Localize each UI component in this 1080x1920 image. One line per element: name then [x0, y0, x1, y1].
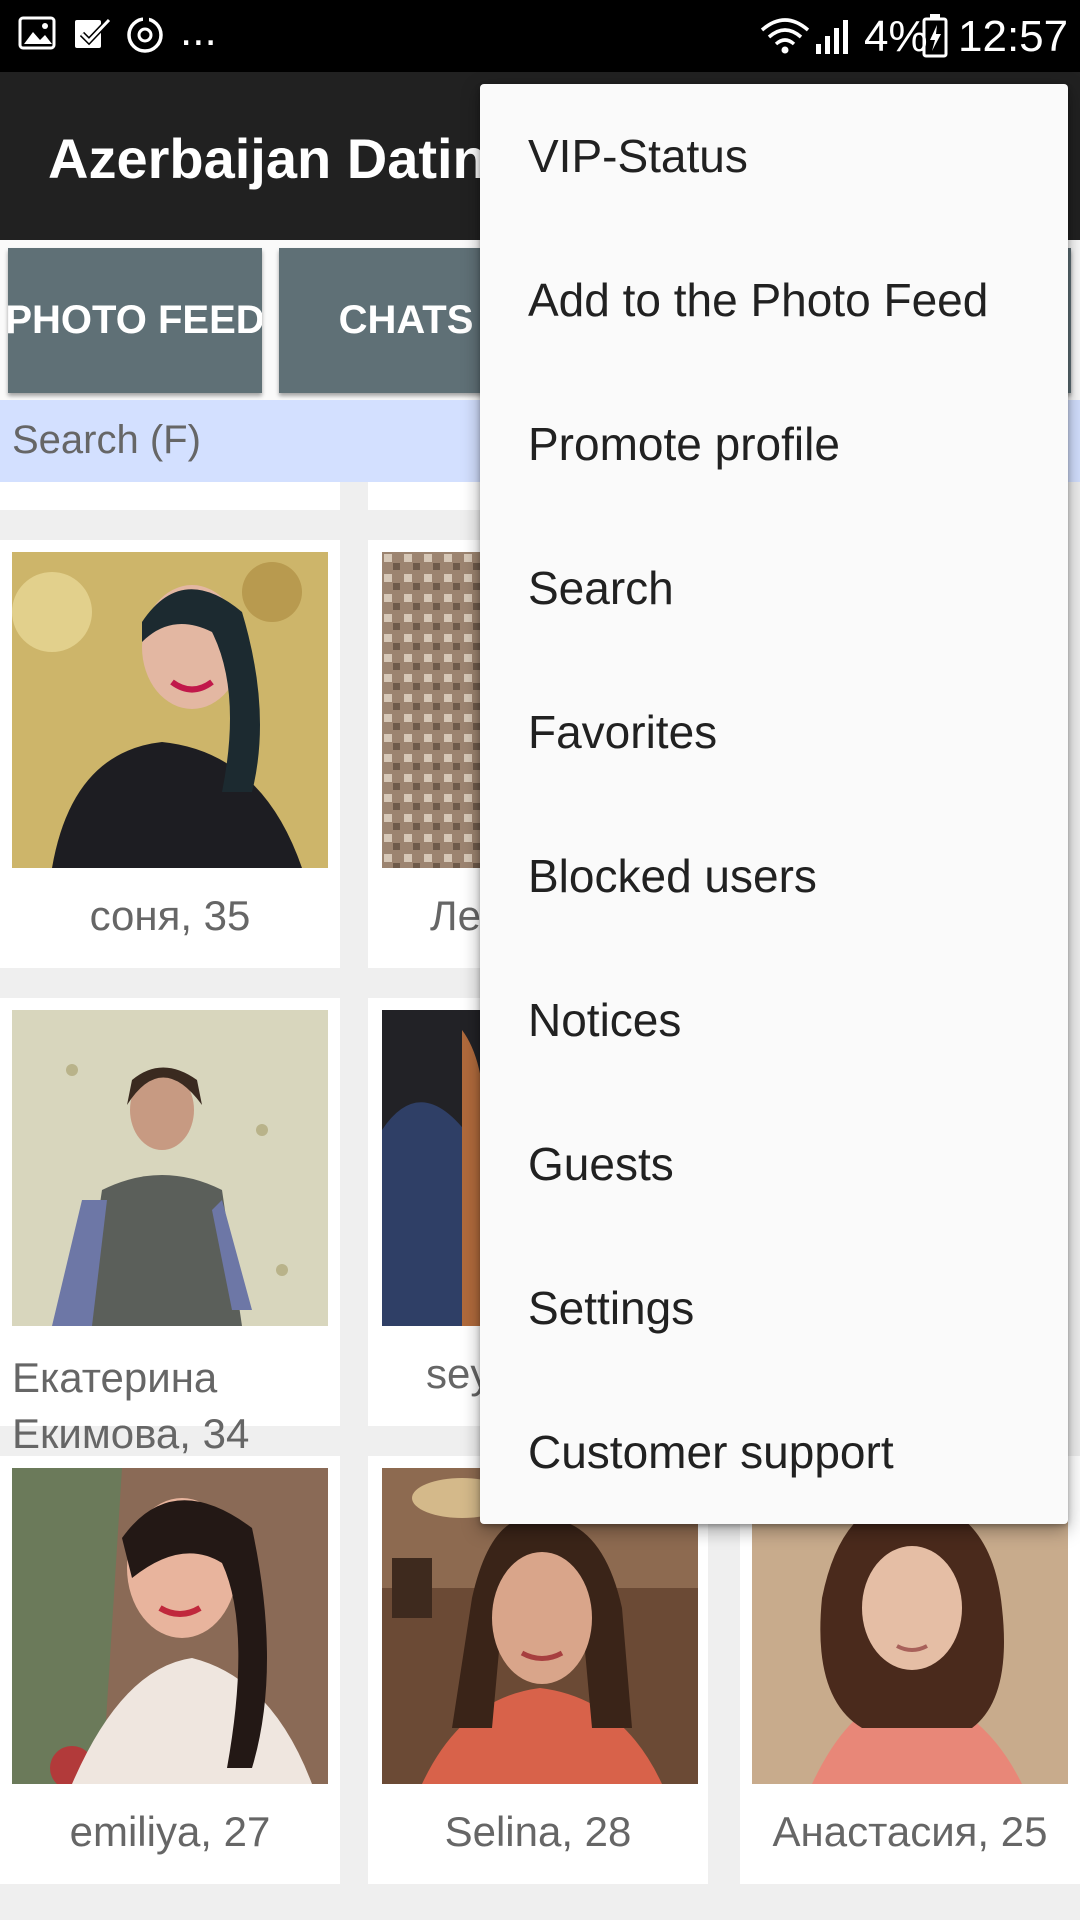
- search-label: Search (F): [12, 418, 201, 462]
- signal-icon: [814, 18, 854, 61]
- menu-item-search[interactable]: Search: [480, 516, 1068, 660]
- profile-photo[interactable]: [12, 1010, 328, 1326]
- status-bar: ... 4% 12:57: [0, 0, 1080, 72]
- menu-item-guests[interactable]: Guests: [480, 1092, 1068, 1236]
- clock: 12:57: [958, 12, 1069, 61]
- battery-charging-icon: [922, 14, 948, 63]
- menu-item-customer-support[interactable]: Customer support: [480, 1380, 1068, 1524]
- profile-name: Selina, 28: [444, 1808, 632, 1855]
- menu-item-settings[interactable]: Settings: [480, 1236, 1068, 1380]
- task-check-icon: [72, 14, 112, 59]
- profile-card[interactable]: emiliya, 27: [0, 1456, 340, 1884]
- profile-name: соня, 35: [89, 892, 251, 939]
- overflow-menu: VIP-Status Add to the Photo Feed Promote…: [480, 84, 1068, 1524]
- battery-percent: 4%: [864, 12, 928, 61]
- status-more: ...: [180, 6, 217, 55]
- app-title: Azerbaijan Dating: [48, 127, 521, 190]
- profile-photo[interactable]: [12, 1468, 328, 1784]
- profile-card-partial[interactable]: [0, 482, 340, 510]
- profile-name: emiliya, 27: [69, 1808, 271, 1855]
- profile-name: Анастасия, 25: [772, 1808, 1048, 1855]
- menu-item-promote-profile[interactable]: Promote profile: [480, 372, 1068, 516]
- menu-item-vip-status[interactable]: VIP-Status: [480, 84, 1068, 228]
- menu-item-notices[interactable]: Notices: [480, 948, 1068, 1092]
- menu-item-blocked-users[interactable]: Blocked users: [480, 804, 1068, 948]
- profile-card[interactable]: Екатерина Екимова, 34: [0, 998, 340, 1457]
- tab-photo-feed[interactable]: PHOTO FEED: [8, 248, 262, 393]
- menu-item-favorites[interactable]: Favorites: [480, 660, 1068, 804]
- menu-item-add-to-photo-feed[interactable]: Add to the Photo Feed: [480, 228, 1068, 372]
- wifi-icon: [758, 16, 812, 61]
- sync-icon: [124, 14, 166, 61]
- profile-photo[interactable]: [12, 552, 328, 868]
- gallery-icon: [18, 14, 58, 59]
- profile-name: Екатерина Екимова, 34: [12, 1354, 250, 1457]
- profile-card[interactable]: соня, 35: [0, 540, 340, 968]
